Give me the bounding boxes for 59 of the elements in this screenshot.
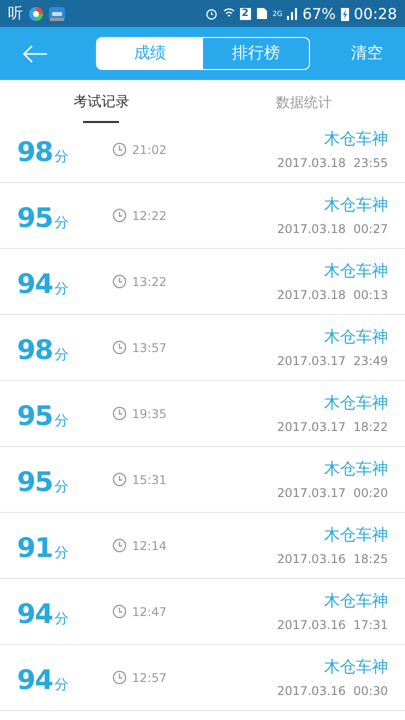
score: 95分 (16, 203, 70, 234)
battery-icon (340, 6, 349, 20)
record-date: 2017.03.16 17:31 (277, 618, 388, 632)
user-name: 木仓车神 (324, 393, 388, 414)
app-label: 听 (8, 4, 23, 23)
sim-card-icon (256, 7, 268, 20)
score: 95分 (16, 401, 70, 432)
duration: 13:57 (132, 340, 167, 354)
record-date: 2017.03.17 18:22 (277, 420, 388, 434)
clear-button[interactable]: 清空 (351, 43, 383, 64)
app-icon (28, 6, 44, 22)
duration: 15:31 (132, 472, 167, 486)
duration: 21:02 (132, 142, 167, 156)
signal-icon (287, 8, 298, 20)
segment-tab[interactable]: 成绩 (97, 38, 203, 69)
user-name: 木仓车神 (324, 129, 388, 150)
duration: 13:22 (132, 274, 167, 288)
user-name: 木仓车神 (324, 327, 388, 348)
duration: 12:22 (132, 208, 167, 222)
record-date: 2017.03.18 23:55 (277, 156, 388, 170)
clock-icon (112, 604, 127, 619)
clock-icon (112, 208, 127, 223)
clock-icon (112, 274, 127, 289)
alarm-icon (204, 7, 218, 20)
user-name: 木仓车神 (324, 261, 388, 282)
clock-icon (112, 670, 127, 685)
clock-icon (112, 472, 127, 487)
user-name: 木仓车神 (324, 591, 388, 612)
duration: 12:47 (132, 604, 167, 618)
score: 98分 (16, 335, 70, 366)
score: 94分 (16, 665, 70, 696)
clock-icon (112, 406, 127, 421)
record-date: 2017.03.18 00:13 (277, 288, 388, 302)
user-name: 木仓车神 (324, 657, 388, 678)
clock: 00:28 (354, 4, 397, 22)
score: 94分 (16, 599, 70, 630)
clock-icon (112, 538, 127, 553)
score: 98分 (16, 137, 70, 168)
app-icon (49, 6, 65, 22)
record-date: 2017.03.18 00:27 (277, 222, 388, 236)
record-date: 2017.03.17 23:49 (277, 354, 388, 368)
duration: 12:14 (132, 538, 167, 552)
score: 91分 (16, 533, 70, 564)
battery-percent: 67% (302, 4, 336, 22)
score: 94分 (16, 269, 70, 300)
back-arrow-icon[interactable] (22, 44, 48, 62)
user-name: 木仓车神 (324, 525, 388, 546)
duration: 12:57 (132, 670, 167, 684)
score: 95分 (16, 467, 70, 498)
record-date: 2017.03.17 00:20 (277, 486, 388, 500)
clock-icon (112, 340, 127, 355)
user-name: 木仓车神 (324, 459, 388, 480)
sim-badge: 2 (240, 8, 251, 20)
record-date: 2017.03.16 00:30 (277, 684, 388, 698)
segment-tab[interactable]: 排行榜 (203, 38, 309, 69)
record-date: 2017.03.16 18:25 (277, 552, 388, 566)
clock-icon (112, 142, 127, 157)
duration: 19:35 (132, 406, 167, 420)
user-name: 木仓车神 (324, 195, 388, 216)
